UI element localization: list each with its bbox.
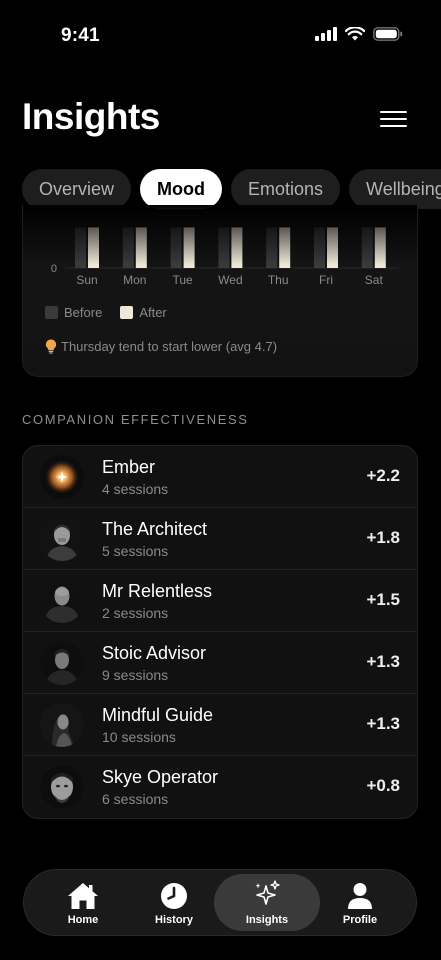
bar-after-sun [88, 227, 99, 268]
stoic-advisor-avatar [40, 641, 84, 685]
chart-legend: Before After [45, 305, 167, 320]
legend-label-after: After [139, 305, 167, 320]
x-tick-label-wed: Wed [218, 273, 242, 287]
bar-after-mon [135, 227, 147, 268]
nav-history[interactable]: History [134, 874, 214, 931]
companion-sessions: 2 sessions [102, 605, 169, 621]
bar-after-wed [231, 227, 243, 268]
bar-before-thu [266, 227, 278, 268]
companion-sessions: 4 sessions [102, 481, 169, 497]
mood-chart-card: 0 Sun Mon Tue Wed Thu Fri Sat Before After Thu… [22, 205, 418, 377]
nav-label-insights: Insights [245, 914, 289, 926]
bottom-tab-bar: Home History Insights Profile [23, 869, 417, 936]
status-time: 9:41 [61, 25, 100, 46]
hamburger-icon-line [380, 118, 407, 121]
ember-avatar [40, 455, 84, 499]
legend-swatch-before [45, 306, 58, 319]
companion-row-stoic-advisor[interactable]: Stoic Advisor 9 sessions +1.3 [23, 632, 417, 694]
bar-after-thu [279, 227, 291, 268]
legend-before: Before [45, 305, 102, 320]
skye-operator-avatar [40, 765, 84, 809]
home-icon [68, 883, 98, 909]
bar-before-sun [75, 227, 86, 268]
mood-bar-chart: 0 Sun Mon Tue Wed Thu Fri Sat [51, 227, 399, 287]
companion-row-the-architect[interactable]: The Architect 5 sessions +1.8 [23, 508, 417, 570]
hamburger-icon-line [380, 125, 407, 128]
companion-list: Ember 4 sessions +2.2 The Architect 5 se… [22, 445, 418, 819]
x-tick-label-fri: Fri [319, 273, 333, 287]
companion-row-mindful-guide[interactable]: Mindful Guide 10 sessions +1.3 [23, 694, 417, 756]
companion-score: +1.5 [366, 590, 400, 609]
insight-note: Thursday tend to start lower (avg 4.7) [45, 339, 277, 354]
legend-swatch-after [120, 306, 134, 319]
companion-score: +2.2 [366, 466, 400, 485]
bar-before-tue [170, 227, 182, 268]
nav-label-home: Home [67, 914, 99, 926]
status-bar: 9:41 [0, 0, 441, 70]
legend-after: After [120, 305, 167, 320]
tab-mood[interactable]: Mood [140, 169, 222, 209]
the-architect-avatar [40, 517, 84, 561]
mr-relentless-avatar [40, 579, 84, 623]
bar-before-fri [314, 227, 325, 268]
nav-insights[interactable]: Insights [214, 874, 320, 931]
person-icon [348, 883, 372, 909]
companion-sessions: 5 sessions [102, 543, 169, 559]
companion-row-ember[interactable]: Ember 4 sessions +2.2 [23, 446, 417, 508]
clock-icon [161, 883, 187, 909]
bar-after-sat [374, 227, 386, 268]
companion-sessions: 10 sessions [102, 729, 176, 745]
companion-name: The Architect [102, 519, 208, 539]
status-icons [315, 27, 403, 41]
sparkles-icon [255, 880, 280, 905]
hamburger-icon-line [380, 111, 407, 114]
x-tick-label-thu: Thu [268, 273, 289, 287]
signal-icon [315, 27, 337, 41]
insights-tabs: Overview Mood Emotions Wellbeing [22, 169, 441, 209]
bar-before-wed [218, 227, 230, 268]
menu-button[interactable] [380, 110, 408, 128]
bar-after-tue [183, 227, 195, 268]
nav-label-profile: Profile [342, 914, 378, 926]
bar-before-sat [361, 227, 373, 268]
companion-score: +1.8 [366, 528, 400, 547]
section-title-companion-effectiveness: COMPANION EFFECTIVENESS [22, 412, 249, 427]
companion-name: Mr Relentless [102, 581, 213, 601]
x-tick-label-mon: Mon [123, 273, 146, 287]
companion-score: +0.8 [366, 776, 400, 795]
companion-row-skye-operator[interactable]: Skye Operator 6 sessions +0.8 [23, 756, 417, 818]
companion-name: Stoic Advisor [102, 643, 207, 663]
lightbulb-icon [45, 339, 57, 354]
companion-name: Mindful Guide [102, 705, 214, 725]
page-title: Insights [22, 96, 160, 137]
y-tick-label: 0 [51, 263, 57, 275]
tab-emotions[interactable]: Emotions [231, 169, 341, 209]
companion-name: Skye Operator [102, 767, 219, 787]
tab-overview[interactable]: Overview [22, 169, 132, 209]
companion-sessions: 6 sessions [102, 791, 169, 807]
x-tick-label-sun: Sun [76, 273, 97, 287]
companion-score: +1.3 [366, 714, 400, 733]
insight-note-text: Thursday tend to start lower (avg 4.7) [61, 339, 278, 354]
companion-sessions: 9 sessions [102, 667, 169, 683]
bar-after-fri [327, 227, 338, 268]
nav-profile[interactable]: Profile [320, 874, 400, 931]
x-tick-label-sat: Sat [365, 273, 384, 287]
companion-score: +1.3 [366, 652, 400, 671]
tab-wellbeing[interactable]: Wellbeing [349, 169, 441, 209]
x-tick-label-tue: Tue [172, 273, 193, 287]
bar-before-mon [122, 227, 134, 268]
legend-label-before: Before [64, 305, 103, 320]
wifi-icon [345, 27, 365, 41]
nav-label-history: History [155, 914, 193, 926]
mindful-guide-avatar [40, 703, 84, 747]
battery-icon [373, 27, 403, 41]
companion-row-mr-relentless[interactable]: Mr Relentless 2 sessions +1.5 [23, 570, 417, 632]
nav-home[interactable]: Home [43, 874, 123, 931]
companion-name: Ember [102, 457, 156, 477]
